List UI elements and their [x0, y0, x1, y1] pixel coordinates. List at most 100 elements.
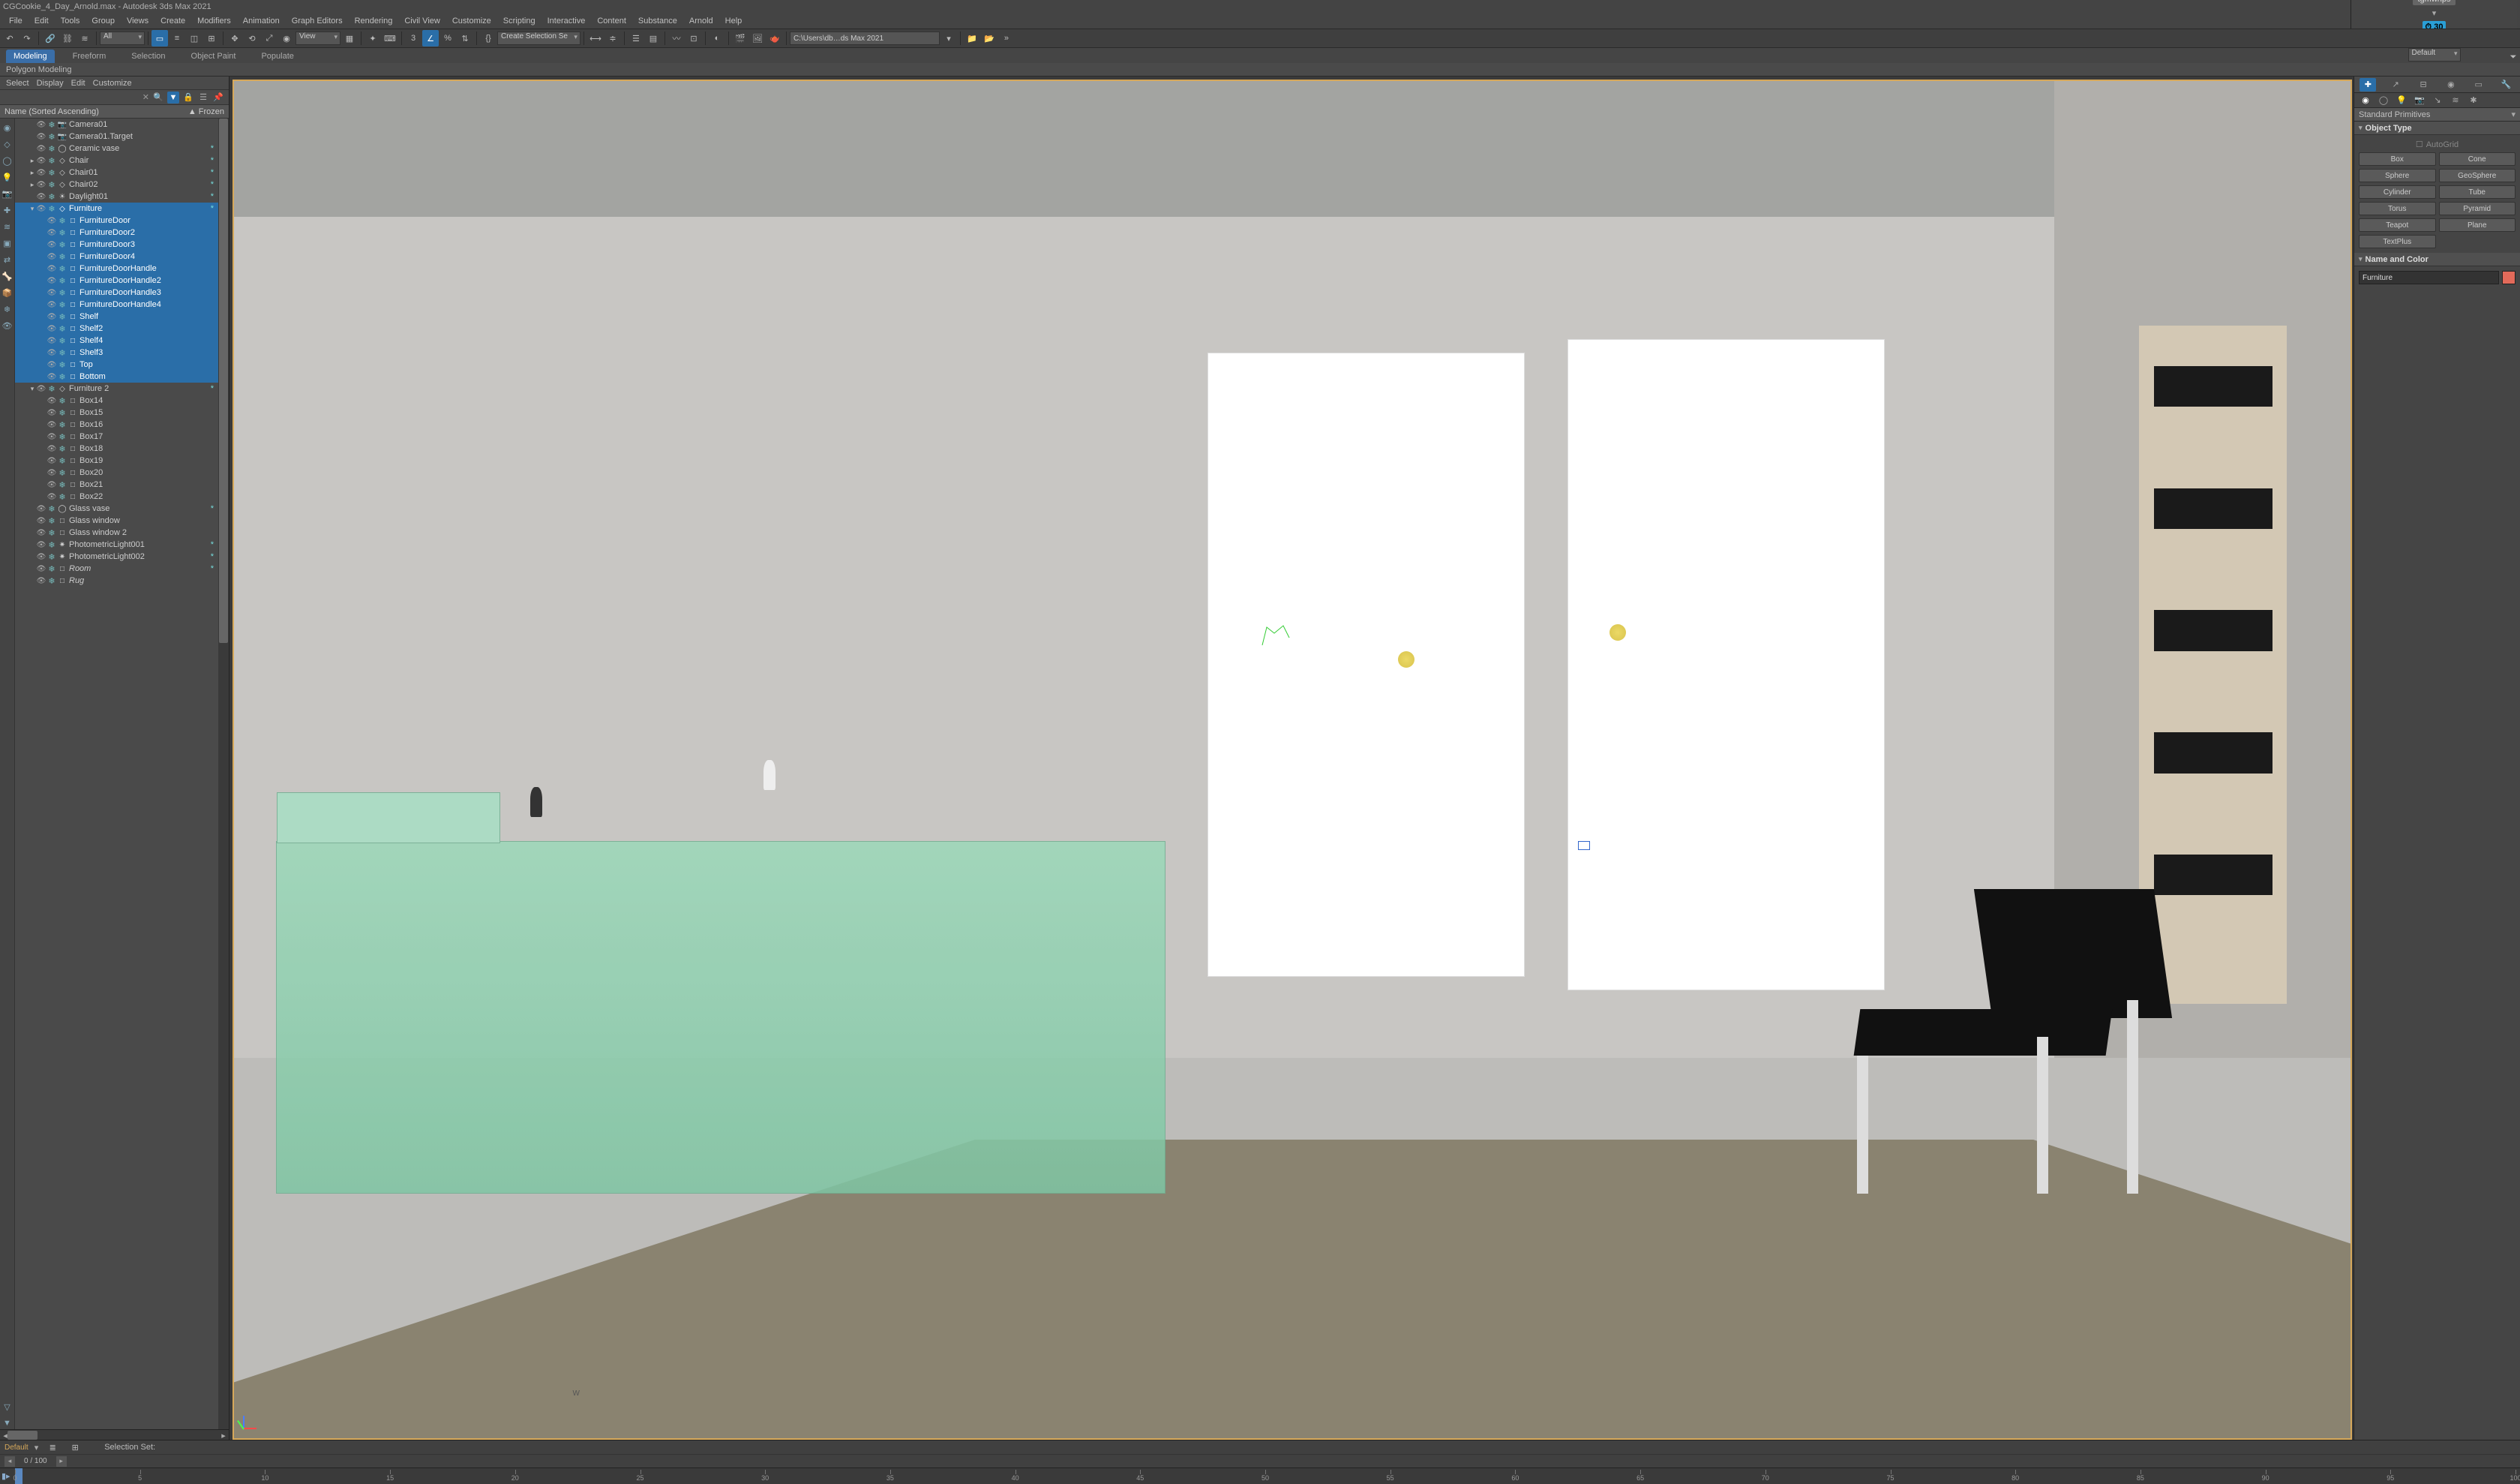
- subtab-spacewarps-icon[interactable]: ≋: [2449, 95, 2462, 107]
- freeze-icon[interactable]: ❄: [57, 372, 68, 382]
- tree-row[interactable]: 👁❄□Box16: [15, 419, 229, 431]
- tree-row[interactable]: 👁❄□Box14: [15, 395, 229, 407]
- rotate-icon[interactable]: ⟲: [244, 30, 260, 47]
- visibility-icon[interactable]: 👁: [36, 169, 46, 177]
- manipulate-icon[interactable]: ✦: [364, 30, 381, 47]
- expand-arrow-icon[interactable]: ▸: [28, 181, 36, 189]
- freeze-icon[interactable]: ❄: [46, 180, 57, 190]
- filter-bones-icon[interactable]: 🦴: [2, 270, 14, 282]
- tab-display-icon[interactable]: ▭: [2470, 78, 2487, 92]
- freeze-icon[interactable]: ❄: [46, 564, 57, 574]
- explorer-menu-select[interactable]: Select: [6, 79, 29, 88]
- explorer-menu-customize[interactable]: Customize: [93, 79, 132, 88]
- tree-row[interactable]: ▾👁❄◇Furniture*: [15, 203, 229, 215]
- menu-modifiers[interactable]: Modifiers: [191, 15, 237, 27]
- render-frame-icon[interactable]: 🖼: [749, 30, 766, 47]
- set-folder-icon[interactable]: 📂: [981, 30, 998, 47]
- ribbon-tab-object-paint[interactable]: Object Paint: [184, 50, 244, 63]
- more-icon[interactable]: »: [998, 30, 1015, 47]
- freeze-icon[interactable]: ❄: [46, 516, 57, 526]
- explorer-menu-edit[interactable]: Edit: [71, 79, 86, 88]
- expand-arrow-icon[interactable]: ▾: [28, 205, 36, 213]
- primitive-teapot-button[interactable]: Teapot: [2359, 218, 2436, 232]
- primitive-torus-button[interactable]: Torus: [2359, 202, 2436, 215]
- subtab-geometry-icon[interactable]: ◉: [2359, 95, 2372, 107]
- tree-row[interactable]: ▸👁❄◇Chair01*: [15, 167, 229, 179]
- tree-row[interactable]: ▸👁❄◇Chair02*: [15, 179, 229, 191]
- subtab-helpers-icon[interactable]: ↘: [2431, 95, 2444, 107]
- freeze-icon[interactable]: ❄: [57, 432, 68, 442]
- active-layer-label[interactable]: Default: [4, 1443, 28, 1452]
- visibility-icon[interactable]: 👁: [46, 265, 57, 273]
- menu-arnold[interactable]: Arnold: [683, 15, 719, 27]
- filter-all-icon[interactable]: ◉: [2, 122, 14, 134]
- material-editor-icon[interactable]: ◐: [709, 30, 725, 47]
- primitive-cylinder-button[interactable]: Cylinder: [2359, 185, 2436, 199]
- menu-edit[interactable]: Edit: [28, 15, 55, 27]
- visibility-icon[interactable]: 👁: [46, 397, 57, 405]
- tab-create-icon[interactable]: ✚: [2360, 78, 2376, 92]
- visibility-icon[interactable]: 👁: [46, 349, 57, 357]
- visibility-icon[interactable]: 👁: [36, 553, 46, 561]
- filter-hidden-icon[interactable]: 👁: [2, 320, 14, 332]
- expand-arrow-icon[interactable]: ▾: [28, 385, 36, 393]
- menu-views[interactable]: Views: [121, 15, 154, 27]
- tab-utilities-icon[interactable]: 🔧: [2498, 78, 2515, 92]
- primitive-geosphere-button[interactable]: GeoSphere: [2439, 169, 2516, 182]
- visibility-icon[interactable]: 👁: [46, 433, 57, 441]
- tree-row[interactable]: 👁❄□FurnitureDoor3: [15, 239, 229, 251]
- menu-interactive[interactable]: Interactive: [542, 15, 592, 27]
- scroll-right-icon[interactable]: ▸: [218, 1430, 229, 1440]
- ribbon-tab-freeform[interactable]: Freeform: [65, 50, 114, 63]
- placement-icon[interactable]: ◉: [278, 30, 295, 47]
- scale-icon[interactable]: ⤢: [261, 30, 278, 47]
- visibility-icon[interactable]: 👁: [36, 565, 46, 573]
- tree-row[interactable]: 👁❄◯Ceramic vase*: [15, 143, 229, 155]
- menu-scripting[interactable]: Scripting: [497, 15, 542, 27]
- visibility-icon[interactable]: 👁: [36, 529, 46, 537]
- visibility-icon[interactable]: 👁: [46, 325, 57, 333]
- primitive-box-button[interactable]: Box: [2359, 152, 2436, 166]
- tree-row[interactable]: 👁❄□FurnitureDoor2: [15, 227, 229, 239]
- schematic-view-icon[interactable]: ⊡: [686, 30, 702, 47]
- redo-icon[interactable]: ↷: [19, 30, 35, 47]
- menu-create[interactable]: Create: [154, 15, 191, 27]
- visibility-icon[interactable]: 👁: [46, 313, 57, 321]
- viewport-canvas[interactable]: [+] [ Camera01 ] [ Standard ] [ Default …: [232, 80, 2352, 1440]
- visibility-icon[interactable]: 👁: [46, 361, 57, 369]
- spinner-snap-icon[interactable]: ⇅: [457, 30, 473, 47]
- freeze-icon[interactable]: ❄: [57, 360, 68, 370]
- filter-groups-icon[interactable]: ▣: [2, 237, 14, 249]
- explorer-scrollbar-h[interactable]: ◂ ▸: [0, 1429, 229, 1440]
- menu-rendering[interactable]: Rendering: [349, 15, 399, 27]
- filter-shapes-icon[interactable]: ◯: [2, 155, 14, 167]
- menu-substance[interactable]: Substance: [632, 15, 683, 27]
- freeze-icon[interactable]: ❄: [46, 156, 57, 166]
- freeze-icon[interactable]: ❄: [57, 264, 68, 274]
- tree-row[interactable]: 👁❄□Box21: [15, 479, 229, 491]
- tree-row[interactable]: 👁❄□Box22: [15, 491, 229, 503]
- menu-file[interactable]: File: [3, 15, 28, 27]
- primitive-cone-button[interactable]: Cone: [2439, 152, 2516, 166]
- filter-containers-icon[interactable]: 📦: [2, 287, 14, 299]
- subtab-lights-icon[interactable]: 💡: [2395, 95, 2408, 107]
- freeze-icon[interactable]: ❄: [46, 168, 57, 178]
- project-path[interactable]: C:\Users\db…ds Max 2021: [790, 32, 940, 45]
- visibility-icon[interactable]: 👁: [46, 373, 57, 381]
- workspace-dropdown[interactable]: Default: [2408, 48, 2461, 62]
- ribbon-tab-selection[interactable]: Selection: [124, 50, 172, 63]
- layer-dropdown-icon[interactable]: ▾: [34, 1443, 39, 1452]
- visibility-icon[interactable]: 👁: [36, 121, 46, 129]
- freeze-icon[interactable]: ❄: [57, 312, 68, 322]
- category-dropdown[interactable]: Standard Primitives ▾: [2354, 108, 2520, 122]
- autogrid-checkbox[interactable]: ☐ AutoGrid: [2359, 140, 2516, 149]
- freeze-icon[interactable]: ❄: [57, 420, 68, 430]
- align-icon[interactable]: ≑: [604, 30, 621, 47]
- freeze-icon[interactable]: ❄: [57, 228, 68, 238]
- visibility-icon[interactable]: 👁: [46, 457, 57, 465]
- menu-tools[interactable]: Tools: [55, 15, 86, 27]
- tree-row[interactable]: 👁❄☀Daylight01*: [15, 191, 229, 203]
- selection-filter-dropdown[interactable]: All: [100, 32, 145, 45]
- tree-row[interactable]: 👁❄📷Camera01: [15, 119, 229, 131]
- menu-customize[interactable]: Customize: [446, 15, 497, 27]
